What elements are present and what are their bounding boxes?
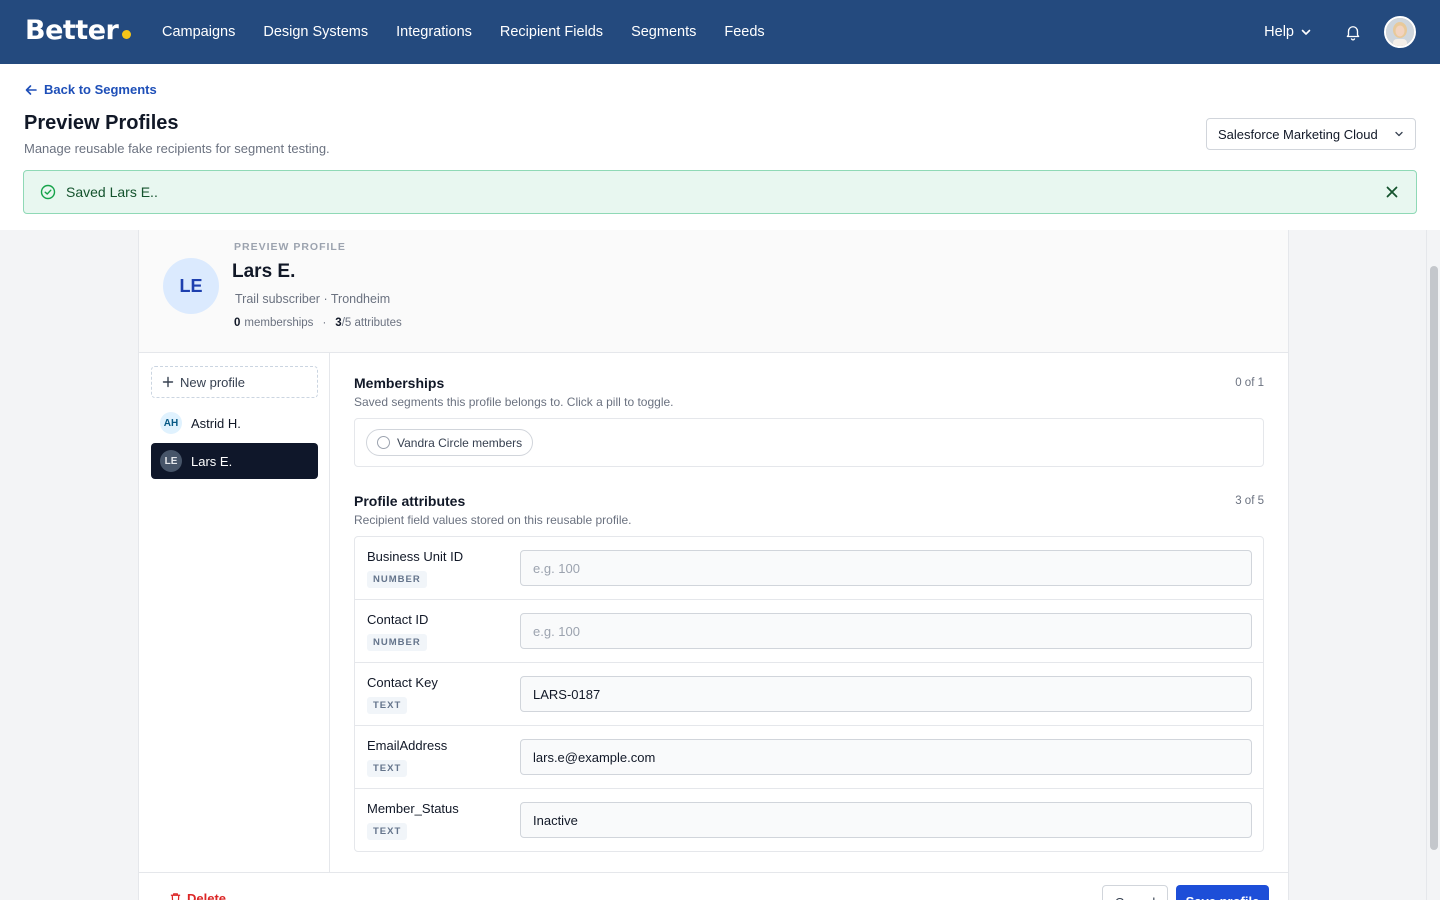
pill-radio-icon — [377, 436, 390, 449]
memberships-title: Memberships — [354, 375, 445, 391]
new-profile-label: New profile — [180, 374, 246, 390]
attributes-box: Business Unit ID NUMBER Contact ID NUMBE… — [354, 536, 1264, 852]
contact-id-input[interactable] — [520, 613, 1252, 649]
nav-link-design-systems[interactable]: Design Systems — [263, 24, 368, 40]
stats-separator: · — [322, 317, 327, 329]
chevron-down-icon — [1301, 29, 1311, 35]
profile-name: Lars E. — [232, 261, 296, 282]
nav-link-feeds[interactable]: Feeds — [724, 24, 764, 40]
attribute-type-badge: TEXT — [367, 760, 408, 777]
bell-icon — [1346, 26, 1360, 41]
back-link-label: Back to Segments — [44, 82, 157, 97]
notifications-button[interactable] — [1344, 23, 1362, 41]
attribute-row: Contact Key TEXT — [355, 663, 1263, 726]
profile-stats: 0 memberships · 3 /5 attributes — [234, 317, 402, 329]
nav-link-integrations[interactable]: Integrations — [396, 24, 472, 40]
platform-select[interactable]: Salesforce Marketing Cloud — [1206, 118, 1416, 150]
user-avatar-photo — [1386, 18, 1414, 46]
attribute-label: Contact Key — [367, 675, 438, 690]
attribute-label: Contact ID — [367, 612, 429, 627]
toast-message: Saved Lars E.. — [66, 184, 158, 200]
nav-links: Campaigns Design Systems Integrations Re… — [162, 0, 765, 64]
nav-link-recipient-fields[interactable]: Recipient Fields — [500, 24, 603, 40]
arrow-left-icon — [25, 84, 37, 95]
attributes-count-badge: 3 of 5 — [1235, 495, 1264, 507]
memberships-subtitle: Saved segments this profile belongs to. … — [354, 395, 674, 409]
memberships-label: memberships — [244, 317, 314, 329]
attribute-type-badge: NUMBER — [367, 634, 427, 651]
save-profile-button[interactable]: Save profile — [1176, 885, 1269, 900]
scrollbar-thumb[interactable] — [1430, 266, 1438, 850]
attribute-type-badge: TEXT — [367, 697, 408, 714]
plus-icon — [162, 376, 174, 388]
page-title: Preview Profiles — [24, 112, 179, 134]
profile-list-avatar: AH — [160, 412, 182, 434]
profile-list-item-lars[interactable]: LE Lars E. — [151, 443, 318, 479]
attribute-row: Member_Status TEXT — [355, 789, 1263, 852]
attribute-row: Contact ID NUMBER — [355, 600, 1263, 663]
brand-logo-text: Better — [25, 15, 119, 46]
chevron-down-icon — [1395, 131, 1403, 137]
card-footer: Delete Cancel Save profile — [139, 872, 1288, 900]
help-label: Help — [1264, 24, 1294, 40]
member-status-input[interactable] — [520, 802, 1252, 838]
segment-pill-vandra-circle[interactable]: Vandra Circle members — [366, 429, 534, 456]
contact-key-input[interactable] — [520, 676, 1252, 712]
attribute-label: Member_Status — [367, 801, 459, 816]
profile-list-item-astrid[interactable]: AH Astrid H. — [151, 405, 318, 441]
profile-list-name: Lars E. — [191, 453, 233, 469]
back-to-segments-link[interactable]: Back to Segments — [24, 82, 157, 97]
cancel-button[interactable]: Cancel — [1102, 885, 1168, 900]
platform-select-value: Salesforce Marketing Cloud — [1218, 126, 1378, 142]
profile-list-sidebar: New profile AH Astrid H. LE Lars E. — [139, 353, 330, 873]
profile-editor-card: LE PREVIEW PROFILE Lars E. Trail subscri… — [138, 230, 1289, 900]
success-toast: Saved Lars E.. — [23, 170, 1417, 214]
page-header: Back to Segments Preview Profiles Manage… — [0, 64, 1440, 230]
memberships-count-badge: 0 of 1 — [1235, 377, 1264, 389]
business-unit-id-input[interactable] — [520, 550, 1252, 586]
brand-logo[interactable]: Better — [25, 15, 132, 46]
email-address-input[interactable] — [520, 739, 1252, 775]
delete-button[interactable]: Delete — [169, 891, 226, 900]
attribute-type-badge: TEXT — [367, 823, 408, 840]
page-scrollbar[interactable] — [1426, 230, 1440, 900]
nav-link-segments[interactable]: Segments — [631, 24, 696, 40]
close-icon[interactable] — [1384, 184, 1400, 200]
attribute-label: EmailAddress — [367, 738, 448, 753]
attributes-subtitle: Recipient field values stored on this re… — [354, 513, 632, 527]
memberships-count: 0 — [234, 317, 241, 329]
brand-logo-dot — [122, 30, 132, 39]
profile-avatar: LE — [163, 258, 219, 314]
attributes-total-label: /5 attributes — [341, 317, 402, 329]
attribute-label: Business Unit ID — [367, 549, 464, 564]
profile-list-avatar: LE — [160, 450, 182, 472]
nav-right: Help — [1264, 0, 1416, 64]
attribute-type-badge: NUMBER — [367, 571, 427, 588]
memberships-box: Vandra Circle members — [354, 418, 1264, 467]
user-avatar[interactable] — [1384, 16, 1416, 48]
profile-list-name: Astrid H. — [191, 415, 241, 431]
attributes-title: Profile attributes — [354, 493, 466, 509]
attribute-row: EmailAddress TEXT — [355, 726, 1263, 789]
profile-description: Trail subscriber · Trondheim — [235, 292, 391, 306]
check-circle-icon — [40, 184, 56, 200]
top-navigation: Better Campaigns Design Systems Integrat… — [0, 0, 1440, 64]
nav-link-campaigns[interactable]: Campaigns — [162, 24, 235, 40]
delete-label: Delete — [187, 891, 227, 900]
new-profile-button[interactable]: New profile — [151, 366, 318, 398]
profile-summary: LE PREVIEW PROFILE Lars E. Trail subscri… — [139, 230, 1288, 353]
trash-icon — [170, 893, 181, 900]
segment-pill-label: Vandra Circle members — [397, 435, 523, 450]
help-menu[interactable]: Help — [1264, 24, 1312, 40]
attribute-row: Business Unit ID NUMBER — [355, 537, 1263, 600]
profile-eyebrow: PREVIEW PROFILE — [234, 241, 346, 253]
page-subtitle: Manage reusable fake recipients for segm… — [24, 141, 330, 156]
